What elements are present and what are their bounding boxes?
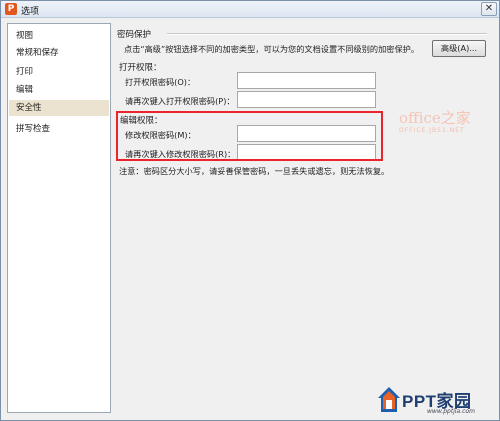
- office-watermark: office之家: [399, 109, 471, 127]
- password-note: 注意：密码区分大小写，请妥善保管密码，一旦丢失或遗忘，则无法恢复。: [119, 166, 390, 176]
- edit-permission-highlight: [116, 111, 383, 161]
- close-button[interactable]: ✕: [481, 2, 497, 16]
- advanced-button[interactable]: 高级(A)...: [432, 40, 486, 57]
- sidebar-item-spellcheck[interactable]: 拼写检查: [9, 121, 109, 137]
- group-divider: [167, 33, 487, 35]
- ppt-url-watermark: www.pptjia.com: [427, 408, 475, 415]
- sidebar-item-edit[interactable]: 编辑: [9, 82, 109, 98]
- title-bar[interactable]: P 选项 ✕: [1, 1, 499, 18]
- wps-app-icon: P: [5, 3, 17, 15]
- sidebar-item-general-save[interactable]: 常规和保存: [9, 45, 109, 61]
- open-permission-title: 打开权限：: [119, 63, 162, 73]
- encryption-description: 点击“高级”按钮选择不同的加密类型，可以为您的文档设置不同级别的加密保护。: [124, 44, 420, 54]
- open-password-label: 打开权限密码(O)：: [125, 77, 196, 87]
- password-protection-title: 密码保护: [117, 30, 152, 40]
- open-password-confirm-label: 请再次键入打开权限密码(P)：: [125, 96, 235, 106]
- sidebar-item-view[interactable]: 视图: [9, 28, 109, 44]
- open-password-confirm-input[interactable]: [237, 91, 376, 108]
- sidebar-item-security[interactable]: 安全性: [9, 100, 109, 116]
- office-watermark-url: OFFICE.JB51.NET: [399, 127, 465, 134]
- sidebar-item-print[interactable]: 打印: [9, 64, 109, 80]
- open-password-input[interactable]: [237, 72, 376, 89]
- options-dialog: P 选项 ✕ 视图 常规和保存 打印 编辑 安全性 拼写检查 密码保护 点击“高…: [0, 0, 500, 421]
- ppt-house-logo-icon: [378, 387, 400, 412]
- window-title: 选项: [21, 7, 40, 17]
- options-sidebar: 视图 常规和保存 打印 编辑 安全性 拼写检查: [7, 23, 111, 413]
